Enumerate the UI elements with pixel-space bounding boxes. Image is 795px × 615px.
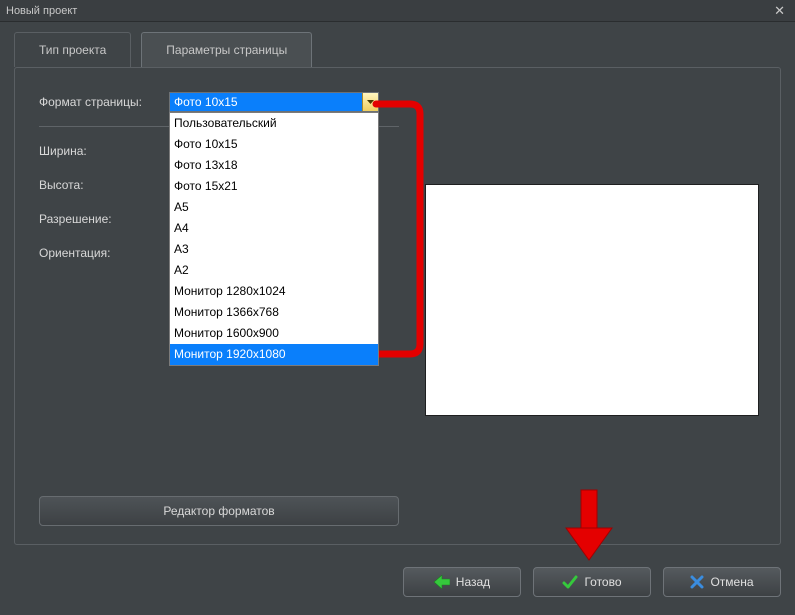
label-resolution: Разрешение: [39, 212, 169, 226]
close-icon [690, 575, 704, 589]
cancel-button[interactable]: Отмена [663, 567, 781, 597]
page-format-combo[interactable]: Фото 10x15 [169, 92, 379, 112]
dropdown-option[interactable]: Фото 13x18 [170, 155, 378, 176]
window-title: Новый проект [6, 5, 77, 17]
dropdown-option[interactable]: Монитор 1366x768 [170, 302, 378, 323]
close-icon[interactable]: ✕ [770, 3, 789, 19]
footer-buttons: Назад Готово Отмена [403, 567, 781, 597]
tab-project-type[interactable]: Тип проекта [14, 32, 131, 67]
dropdown-option[interactable]: A4 [170, 218, 378, 239]
back-button[interactable]: Назад [403, 567, 521, 597]
format-editor-button[interactable]: Редактор форматов [39, 496, 399, 526]
arrow-left-icon [434, 575, 450, 589]
dropdown-option[interactable]: Фото 15x21 [170, 176, 378, 197]
page-format-dropdown[interactable]: ПользовательскийФото 10x15Фото 13x18Фото… [169, 112, 379, 366]
label-orientation: Ориентация: [39, 246, 169, 260]
content-frame: Формат страницы: Фото 10x15 Пользователь… [14, 67, 781, 545]
back-button-label: Назад [456, 575, 490, 589]
dropdown-option[interactable]: A3 [170, 239, 378, 260]
dropdown-option[interactable]: A5 [170, 197, 378, 218]
dropdown-option[interactable]: Монитор 1600x900 [170, 323, 378, 344]
cancel-button-label: Отмена [710, 575, 753, 589]
tab-bar: Тип проекта Параметры страницы [0, 22, 795, 67]
combo-selected-text: Фото 10x15 [174, 95, 238, 109]
dropdown-option[interactable]: Пользовательский [170, 113, 378, 134]
dropdown-option[interactable]: Монитор 1280x1024 [170, 281, 378, 302]
label-width: Ширина: [39, 144, 169, 158]
page-preview [425, 184, 759, 416]
label-page-format: Формат страницы: [39, 95, 169, 109]
dropdown-option[interactable]: Монитор 1920x1080 [170, 344, 378, 365]
tab-page-params[interactable]: Параметры страницы [141, 32, 312, 67]
check-icon [562, 575, 578, 589]
label-height: Высота: [39, 178, 169, 192]
titlebar: Новый проект ✕ [0, 0, 795, 22]
dropdown-option[interactable]: A2 [170, 260, 378, 281]
done-button-label: Готово [584, 575, 621, 589]
dropdown-option[interactable]: Фото 10x15 [170, 134, 378, 155]
done-button[interactable]: Готово [533, 567, 651, 597]
chevron-down-icon[interactable] [362, 93, 378, 111]
